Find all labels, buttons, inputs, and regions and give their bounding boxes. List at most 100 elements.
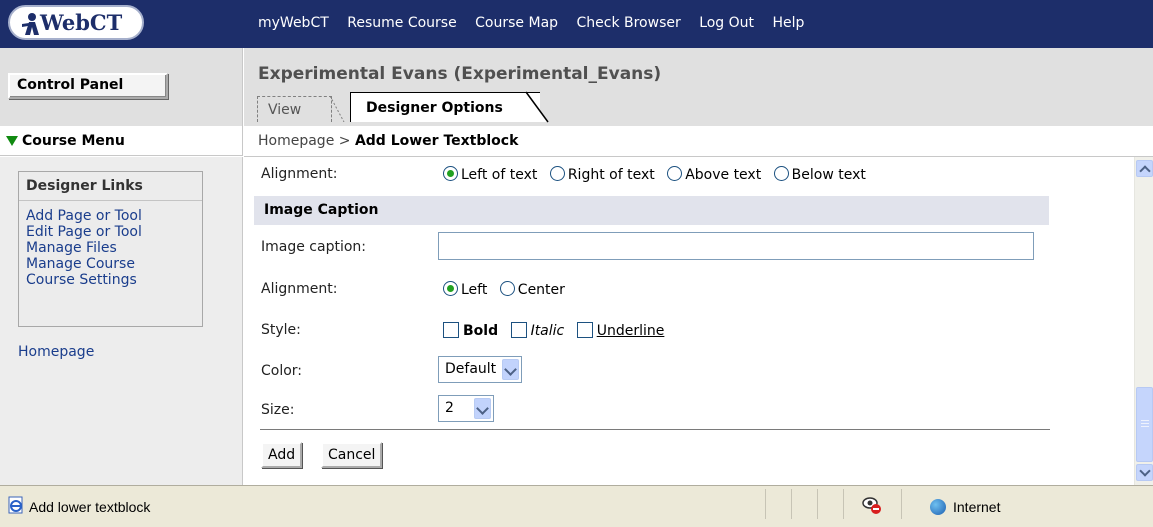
style-options: Bold Italic Underline [443,322,672,339]
size-label: Size: [261,402,295,418]
radio-below-text[interactable]: Below text [773,166,866,183]
style-label: Style: [261,322,301,338]
nav-check-browser[interactable]: Check Browser [576,15,680,31]
radio-caption-left-label: Left [461,282,488,298]
tab-designer-edge [516,91,549,123]
nav-help[interactable]: Help [772,15,804,31]
radio-left-of-text[interactable]: Left of text [443,166,538,183]
link-manage-files[interactable]: Manage Files [26,240,202,256]
status-cell [817,489,818,519]
tab-view[interactable]: View [257,96,332,122]
vertical-scrollbar[interactable] [1134,157,1153,485]
image-alignment-options: Left of text Right of text Above text Be… [443,166,874,183]
checkbox-italic-label: Italic [530,323,565,339]
radio-above-text[interactable]: Above text [667,166,762,183]
radio-caption-left[interactable]: Left [443,281,488,298]
add-button[interactable]: Add [261,442,303,468]
globe-icon [930,499,946,515]
breadcrumb-current: Add Lower Textblock [354,133,519,149]
browser-status-bar: Add lower textblock Internet [0,485,1153,527]
size-select[interactable]: 2 [438,395,494,422]
homepage-link[interactable]: Homepage [18,344,94,360]
status-cell [765,489,766,519]
image-caption-label: Image caption: [261,239,366,255]
chevron-down-icon[interactable] [502,359,519,380]
checkbox-icon[interactable] [576,322,593,338]
checkbox-bold-label: Bold [463,323,499,339]
radio-right-of-text-label: Right of text [567,167,655,183]
nav-mywebct[interactable]: myWebCT [258,15,329,31]
course-menu-panel: Designer Links Add Page or Tool Edit Pag… [0,157,243,485]
breadcrumb-home[interactable]: Homepage [258,133,334,149]
tab-view-edge [330,96,345,122]
breadcrumb-row: Homepage > Add Lower Textblock [244,126,1153,157]
ie-page-icon [8,496,23,514]
form-divider [260,429,1050,430]
nav-course-map[interactable]: Course Map [475,15,558,31]
image-caption-heading: Image Caption [254,196,1049,225]
designer-links-list: Add Page or Tool Edit Page or Tool Manag… [19,201,202,288]
triangle-down-icon [6,136,18,146]
radio-above-text-label: Above text [685,167,762,183]
checkbox-underline-label: Underline [596,323,665,339]
link-manage-course[interactable]: Manage Course [26,256,202,272]
nav-resume-course[interactable]: Resume Course [347,15,456,31]
image-alignment-label: Alignment: [261,166,338,182]
breadcrumb-separator: > [338,133,351,149]
add-textblock-form: Alignment: Left of text Right of text Ab… [244,157,1134,485]
radio-caption-center[interactable]: Center [499,281,565,298]
radio-icon[interactable] [549,166,565,181]
privacy-blocked-icon [862,497,881,514]
status-cell [901,489,902,519]
logo-text: WebCT [40,10,123,35]
course-menu-header[interactable]: Course Menu [0,126,243,156]
radio-icon[interactable] [499,281,515,296]
top-nav-links: myWebCT Resume Course Course Map Check B… [258,15,818,31]
color-label: Color: [261,363,303,379]
nav-log-out[interactable]: Log Out [699,15,754,31]
link-course-settings[interactable]: Course Settings [26,272,202,288]
status-cell [791,489,792,519]
status-text: Add lower textblock [29,499,151,515]
course-menu-label: Course Menu [22,133,125,149]
security-zone-label: Internet [953,499,1001,515]
color-select[interactable]: Default [438,356,522,383]
caption-alignment-label: Alignment: [261,281,338,297]
designer-links-heading: Designer Links [19,172,202,201]
checkbox-italic[interactable]: Italic [510,322,565,339]
radio-selected-icon[interactable] [443,166,458,181]
color-select-value: Default [445,361,497,377]
radio-below-text-label: Below text [791,167,866,183]
status-cell [843,489,844,519]
checkbox-bold[interactable]: Bold [443,322,499,339]
scroll-up-icon[interactable] [1136,160,1153,177]
image-caption-input[interactable] [438,232,1034,260]
radio-caption-center-label: Center [517,282,565,298]
course-title: Experimental Evans (Experimental_Evans) [258,64,662,84]
chevron-down-icon[interactable] [474,398,491,419]
tab-designer-options[interactable]: Designer Options [350,92,540,122]
scroll-down-icon[interactable] [1136,464,1153,481]
control-panel-button[interactable]: Control Panel [8,73,168,99]
caption-alignment-options: Left Center [443,281,573,298]
checkbox-icon[interactable] [510,322,527,338]
webct-figure-icon [22,13,39,35]
radio-icon[interactable] [773,166,789,181]
scroll-thumb[interactable] [1136,387,1153,462]
checkbox-underline[interactable]: Underline [576,322,665,339]
control-panel-row: Control Panel [0,48,243,126]
link-add-page-or-tool[interactable]: Add Page or Tool [26,208,202,224]
radio-right-of-text[interactable]: Right of text [549,166,655,183]
size-select-value: 2 [445,400,454,416]
checkbox-icon[interactable] [443,322,459,338]
radio-selected-icon[interactable] [443,281,458,296]
designer-links-box: Designer Links Add Page or Tool Edit Pag… [18,171,203,327]
course-header: Experimental Evans (Experimental_Evans) … [244,48,1153,126]
top-navigation-bar: WebCT myWebCT Resume Course Course Map C… [0,0,1153,48]
webct-logo[interactable]: WebCT [8,5,144,40]
cancel-button[interactable]: Cancel [321,442,383,468]
breadcrumb: Homepage > Add Lower Textblock [258,133,518,149]
link-edit-page-or-tool[interactable]: Edit Page or Tool [26,224,202,240]
radio-icon[interactable] [667,166,683,181]
radio-left-of-text-label: Left of text [461,167,538,183]
